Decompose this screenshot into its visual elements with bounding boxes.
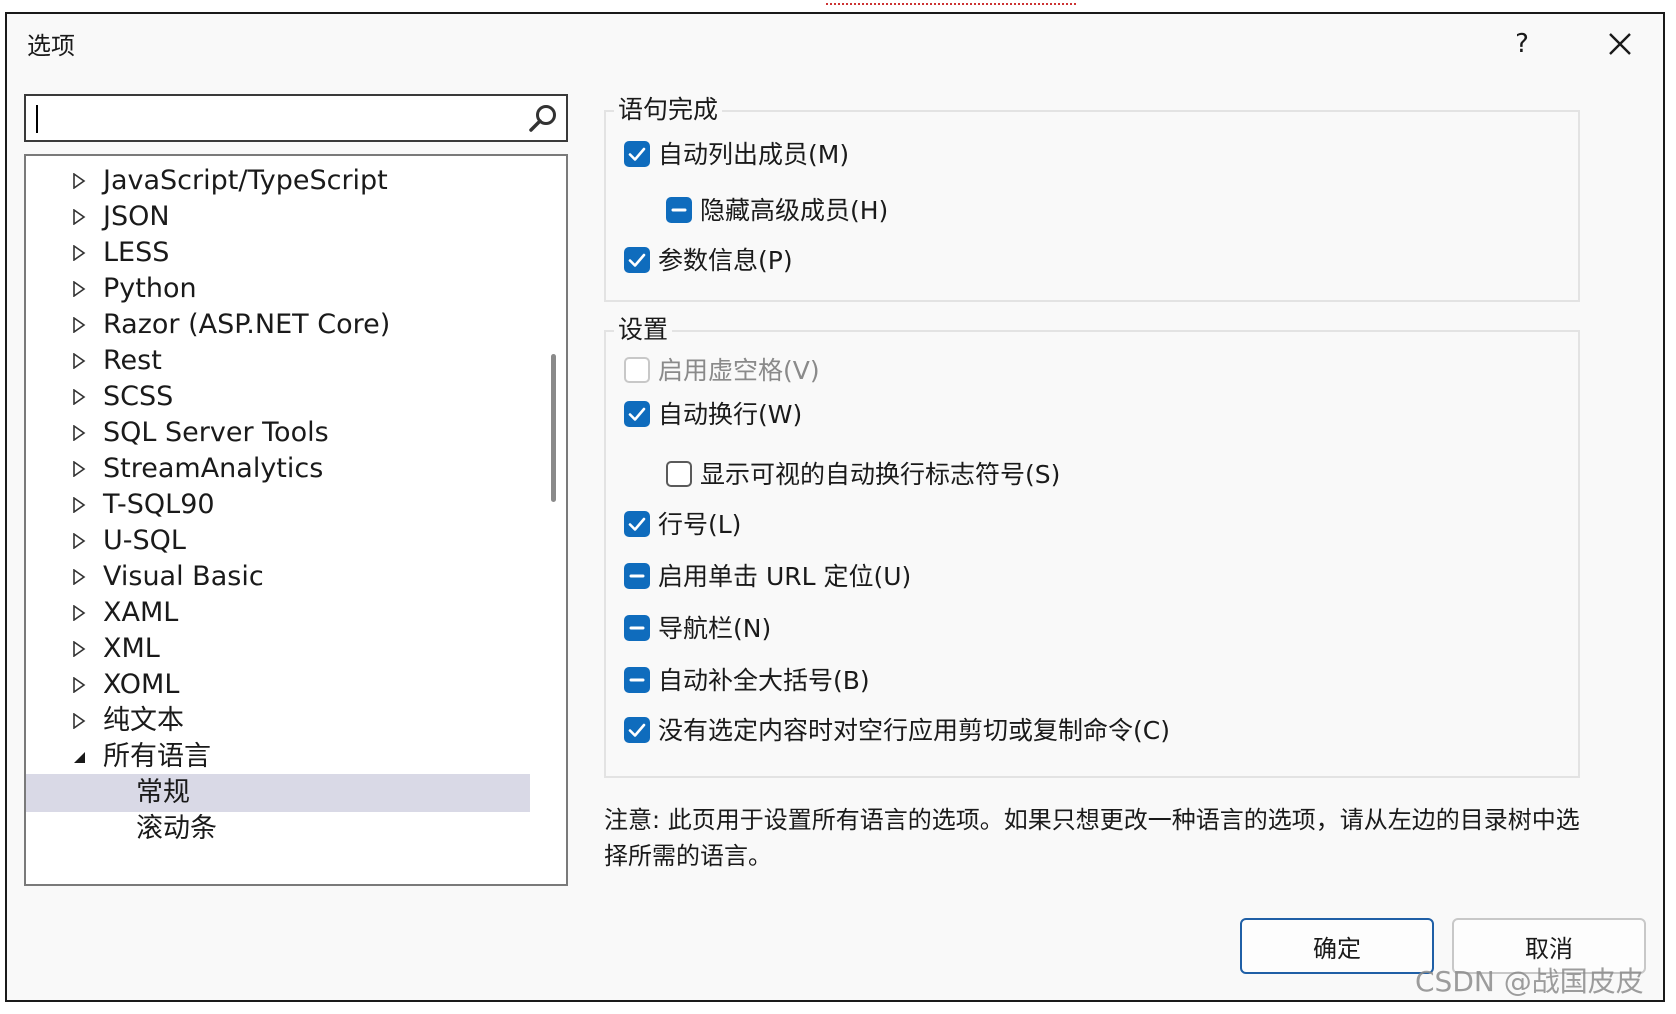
statement-completion-title: 语句完成 xyxy=(614,90,723,126)
options-dialog: 选项 ? JavaScript/TypeScript JSON LESS Pyt… xyxy=(5,12,1665,1002)
expand-arrow-icon[interactable] xyxy=(72,425,86,441)
help-icon: ? xyxy=(1515,29,1529,59)
tree-item[interactable]: XOML xyxy=(26,666,530,704)
checkbox-checked-icon xyxy=(624,511,650,537)
help-button[interactable]: ? xyxy=(1497,22,1547,66)
expand-arrow-icon[interactable] xyxy=(72,245,86,261)
text-caret xyxy=(36,105,38,133)
close-button[interactable] xyxy=(1595,22,1645,66)
tree-item[interactable]: U-SQL xyxy=(26,522,530,560)
expand-arrow-icon[interactable] xyxy=(72,677,86,693)
title-bar: 选项 ? xyxy=(7,14,1663,78)
tree-item[interactable]: Visual Basic xyxy=(26,558,530,596)
expand-arrow-icon[interactable] xyxy=(72,317,86,333)
window-top-edge-mark xyxy=(826,0,1076,5)
collapse-arrow-icon[interactable] xyxy=(72,749,86,765)
tree-item[interactable]: T-SQL90 xyxy=(26,486,530,524)
checkbox-unchecked-icon xyxy=(666,461,692,487)
checkbox-indeterminate-icon xyxy=(624,667,650,693)
expand-arrow-icon[interactable] xyxy=(72,497,86,513)
tree-item[interactable]: SQL Server Tools xyxy=(26,414,530,452)
tree-item[interactable]: 滚动条 xyxy=(26,810,530,848)
expand-arrow-icon[interactable] xyxy=(72,605,86,621)
close-icon xyxy=(1609,33,1631,55)
tree-item-selected[interactable]: 常规 xyxy=(26,774,530,812)
checkbox-checked-icon xyxy=(624,247,650,273)
checkbox-checked-icon xyxy=(624,401,650,427)
tree-scrollbar-thumb[interactable] xyxy=(551,354,556,502)
options-tree[interactable]: JavaScript/TypeScript JSON LESS Python R… xyxy=(24,154,568,886)
tree-item[interactable]: SCSS xyxy=(26,378,530,416)
expand-arrow-icon[interactable] xyxy=(72,461,86,477)
expand-arrow-icon[interactable] xyxy=(72,569,86,585)
checkbox-checked-icon xyxy=(624,717,650,743)
tree-item[interactable]: JSON xyxy=(26,198,530,236)
tree-item[interactable]: Rest xyxy=(26,342,530,380)
search-icon[interactable] xyxy=(526,102,560,136)
tree-item[interactable]: JavaScript/TypeScript xyxy=(26,162,530,200)
tree-item[interactable]: 所有语言 xyxy=(26,738,530,776)
expand-arrow-icon[interactable] xyxy=(72,281,86,297)
search-input[interactable] xyxy=(24,94,568,142)
expand-arrow-icon[interactable] xyxy=(72,533,86,549)
dialog-title: 选项 xyxy=(27,32,75,60)
tree-item[interactable]: XML xyxy=(26,630,530,668)
ok-button[interactable]: 确定 xyxy=(1240,918,1434,974)
settings-title: 设置 xyxy=(614,310,673,346)
watermark: CSDN @战国皮皮 xyxy=(1415,965,1644,998)
checkbox-checked-icon xyxy=(624,141,650,167)
expand-arrow-icon[interactable] xyxy=(72,209,86,225)
tree-item[interactable]: StreamAnalytics xyxy=(26,450,530,488)
checkbox-disabled-icon xyxy=(624,357,650,383)
tree-item[interactable]: Python xyxy=(26,270,530,308)
expand-arrow-icon[interactable] xyxy=(72,641,86,657)
checkbox-indeterminate-icon xyxy=(624,563,650,589)
expand-arrow-icon[interactable] xyxy=(72,353,86,369)
note-text: 注意: 此页用于设置所有语言的选项。如果只想更改一种语言的选项，请从左边的目录树… xyxy=(604,806,1580,870)
expand-arrow-icon[interactable] xyxy=(72,173,86,189)
tree-item[interactable]: 纯文本 xyxy=(26,702,530,740)
tree-item[interactable]: Razor (ASP.NET Core) xyxy=(26,306,530,344)
tree-item[interactable]: XAML xyxy=(26,594,530,632)
checkbox-indeterminate-icon xyxy=(624,615,650,641)
expand-arrow-icon[interactable] xyxy=(72,389,86,405)
checkbox-indeterminate-icon xyxy=(666,197,692,223)
expand-arrow-icon[interactable] xyxy=(72,713,86,729)
tree-item[interactable]: LESS xyxy=(26,234,530,272)
